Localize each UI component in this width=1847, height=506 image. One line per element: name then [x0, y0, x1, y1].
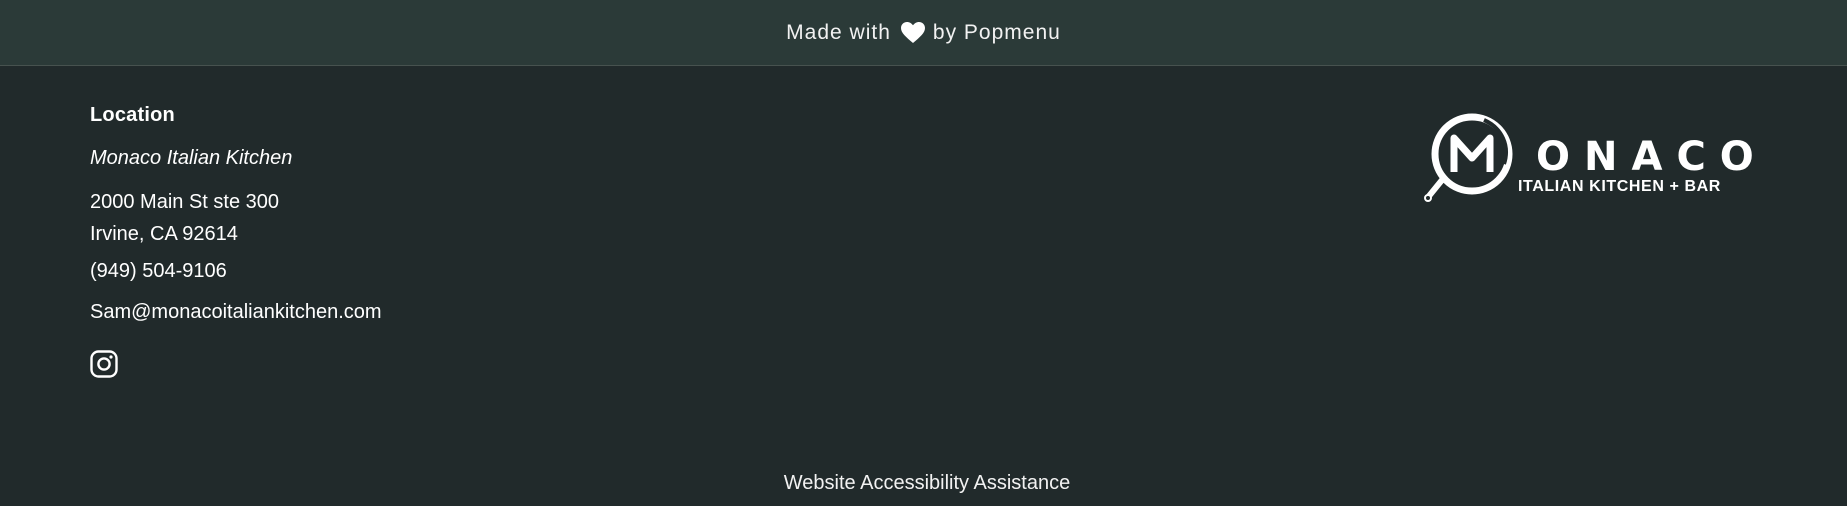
- instagram-icon[interactable]: [90, 350, 118, 378]
- by-popmenu-link[interactable]: by Popmenu: [933, 21, 1061, 45]
- logo-mark: [1424, 113, 1513, 202]
- restaurant-name: Monaco Italian Kitchen: [90, 147, 293, 169]
- location-section: Location Monaco Italian Kitchen 2000 Mai…: [90, 104, 382, 378]
- made-with-text: Made with: [786, 20, 891, 44]
- address[interactable]: 2000 Main St ste 300 Irvine, CA 92614: [90, 186, 382, 250]
- made-with-popmenu-banner[interactable]: Made with by Popmenu: [0, 0, 1847, 66]
- address-line-1: 2000 Main St ste 300: [90, 191, 280, 213]
- accessibility-link[interactable]: Website Accessibility Assistance: [0, 472, 1847, 495]
- heart-icon: [900, 21, 925, 43]
- monaco-logo[interactable]: ONACO ITALIAN KITCHEN + BAR: [1424, 110, 1754, 202]
- logo-wordmark: ONACO: [1536, 134, 1768, 180]
- email-link[interactable]: Sam@monacoitaliankitchen.com: [90, 301, 382, 324]
- location-heading: Location: [90, 104, 175, 126]
- address-line-2: Irvine, CA 92614: [90, 223, 238, 245]
- logo-tagline: ITALIAN KITCHEN + BAR: [1518, 178, 1721, 195]
- phone-link[interactable]: (949) 504-9106: [90, 260, 382, 283]
